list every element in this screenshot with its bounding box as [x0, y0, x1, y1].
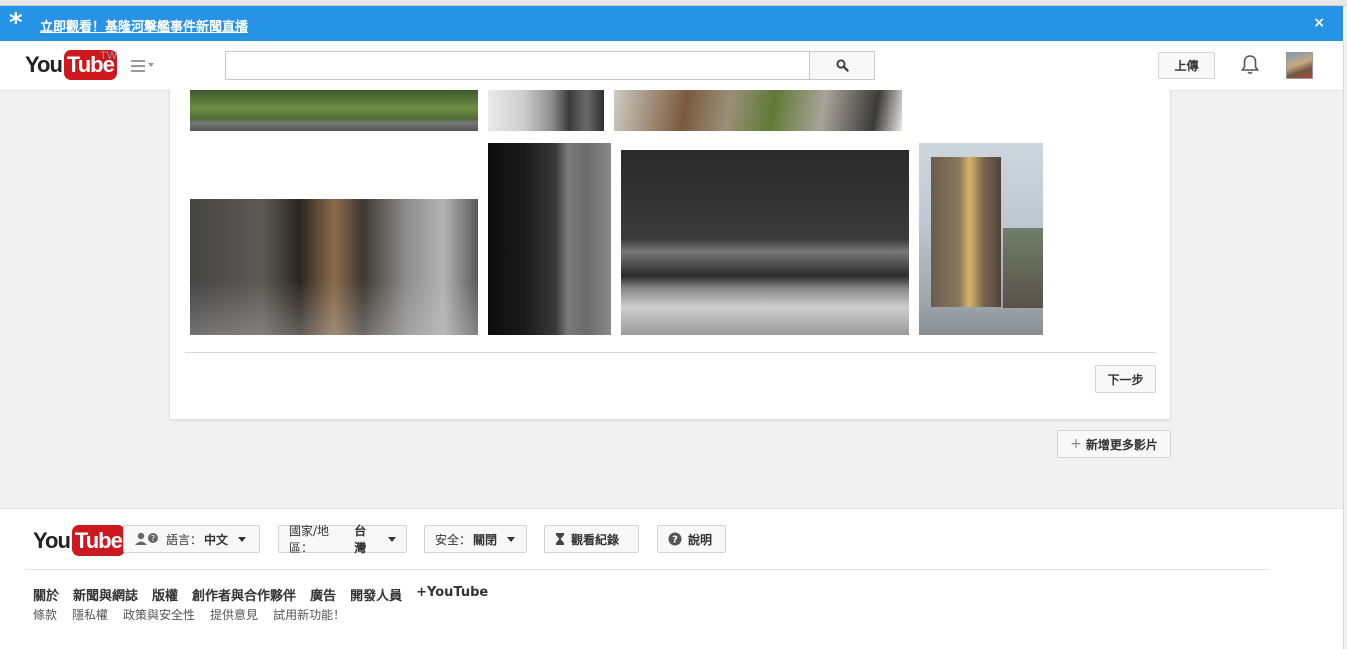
chevron-down-icon — [507, 536, 516, 542]
footer-link-privacy[interactable]: 隱私權 — [72, 606, 108, 623]
footer-link-creators[interactable]: 創作者與合作夥伴 — [192, 585, 296, 604]
logo-you-text: You — [25, 52, 63, 77]
footer-link-feedback[interactable]: 提供意見 — [210, 606, 258, 623]
photo-courtyard[interactable] — [614, 90, 902, 131]
language-button[interactable]: ? 語言： 中文 — [123, 525, 260, 553]
alert-link[interactable]: 立即觀看！基隆河擊艦事件新聞直播 — [40, 16, 248, 35]
footer-link-policy-safety[interactable]: 政策與安全性 — [123, 606, 195, 623]
footer-link-developers[interactable]: 開發人員 — [350, 585, 402, 604]
bell-icon[interactable] — [1240, 54, 1260, 79]
safety-value: 關閉 — [473, 532, 498, 547]
upload-button[interactable]: 上傳 — [1158, 52, 1215, 79]
card-divider — [185, 352, 1156, 353]
guide-caret-icon — [148, 63, 154, 67]
footer-link-copyright[interactable]: 版權 — [152, 585, 178, 604]
footer-link-plus-youtube[interactable]: +YouTube — [416, 585, 488, 604]
chevron-down-icon — [388, 536, 396, 542]
safety-button[interactable]: 安全： 關閉 — [424, 525, 527, 553]
footer-divider — [25, 569, 1269, 570]
region-code: TW — [100, 50, 118, 62]
scrollbar[interactable] — [1343, 41, 1347, 649]
close-icon[interactable]: × — [1313, 15, 1325, 31]
search-icon — [835, 59, 849, 72]
safety-label: 安全： — [435, 532, 472, 547]
masthead: You Tube TW 上傳 — [0, 41, 1343, 91]
footer-secondary-links: 條款 隱私權 政策與安全性 提供意見 試用新功能！ — [33, 606, 360, 623]
footer-youtube-logo[interactable]: You Tube — [33, 525, 125, 556]
footer-primary-links: 關於 新聞與網誌 版權 創作者與合作夥伴 廣告 開發人員 +YouTube — [33, 585, 502, 604]
footer: You Tube ? 語言： 中文 國家/地區： 台灣 安全： 關閉 觀看紀錄 … — [0, 508, 1347, 649]
language-label: 語言： — [166, 532, 203, 547]
country-value: 台灣 — [354, 524, 367, 555]
help-label: 說明 — [688, 532, 713, 547]
photo-entrance[interactable] — [190, 199, 478, 335]
asterisk-icon: * — [9, 8, 23, 38]
photo-tower-night[interactable] — [919, 143, 1043, 335]
photo-facade-detail[interactable] — [488, 90, 604, 131]
country-label: 國家/地區： — [289, 524, 330, 555]
svg-text:?: ? — [151, 534, 155, 543]
footer-link-try-new[interactable]: 試用新功能！ — [273, 606, 345, 623]
search-input[interactable] — [225, 51, 810, 80]
add-more-label: 新增更多影片 — [1085, 437, 1158, 452]
footer-link-advertising[interactable]: 廣告 — [310, 585, 336, 604]
footer-link-about[interactable]: 關於 — [33, 585, 59, 604]
svg-text:?: ? — [672, 535, 678, 546]
footer-logo-you-text: You — [33, 527, 71, 553]
photo-garden[interactable] — [190, 90, 478, 131]
alert-banner: * 立即觀看！基隆河擊艦事件新聞直播 × — [0, 6, 1343, 41]
footer-logo-tube-text: Tube — [71, 525, 125, 556]
avatar[interactable] — [1286, 52, 1313, 79]
footer-link-press-blog[interactable]: 新聞與網誌 — [73, 585, 138, 604]
photo-dark-wall[interactable] — [621, 150, 909, 335]
photo-stone-column[interactable] — [488, 143, 611, 335]
help-icon: ? — [668, 532, 682, 546]
help-button[interactable]: ? 說明 — [657, 525, 726, 553]
search-button[interactable] — [809, 51, 875, 80]
chevron-down-icon — [238, 536, 247, 542]
guide-menu-icon[interactable] — [131, 60, 145, 75]
next-step-button[interactable]: 下一步 — [1095, 365, 1156, 393]
footer-link-terms[interactable]: 條款 — [33, 606, 57, 623]
plus-icon: + — [1070, 436, 1082, 452]
country-button[interactable]: 國家/地區： 台灣 — [278, 524, 407, 555]
add-more-videos-button[interactable]: + 新增更多影片 — [1057, 430, 1171, 458]
language-person-icon: ? — [135, 532, 158, 545]
photo-picker-card: 下一步 — [169, 90, 1171, 420]
history-label: 觀看紀錄 — [571, 532, 620, 547]
history-button[interactable]: 觀看紀錄 — [544, 525, 639, 553]
language-value: 中文 — [204, 532, 229, 547]
hourglass-icon — [556, 533, 564, 545]
photo-tower-side — [1003, 228, 1043, 308]
photo-tower-building — [931, 157, 1001, 307]
